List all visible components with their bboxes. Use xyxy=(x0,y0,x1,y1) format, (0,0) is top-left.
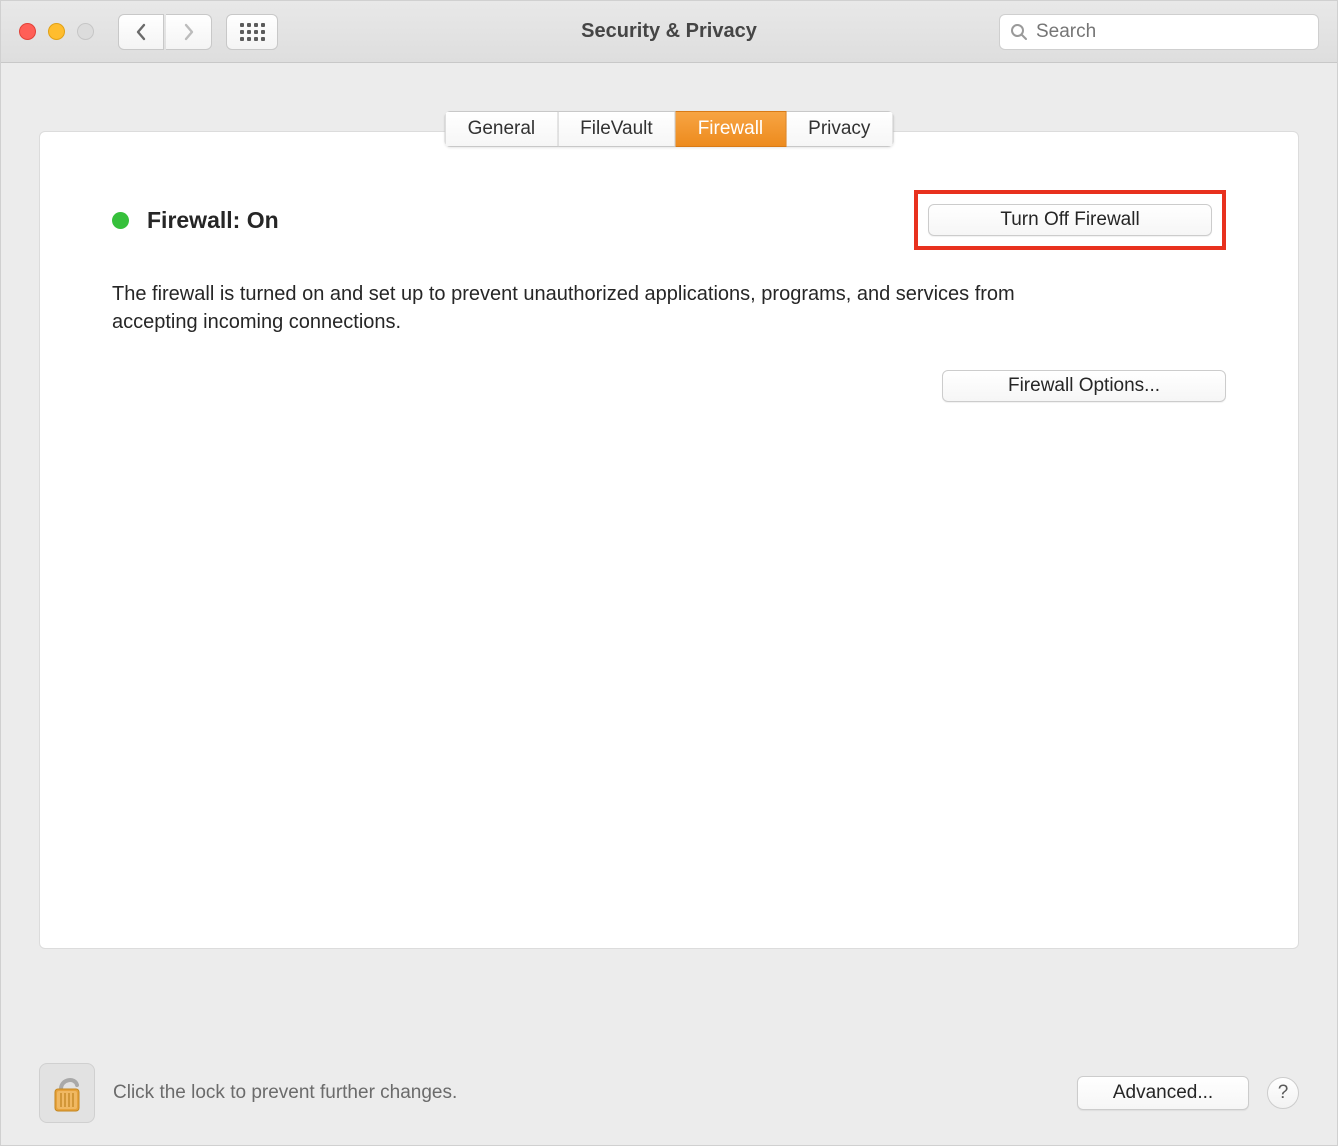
advanced-button[interactable]: Advanced... xyxy=(1077,1076,1249,1110)
body-area: General FileVault Firewall Privacy Firew… xyxy=(1,63,1337,1047)
firewall-options-button[interactable]: Firewall Options... xyxy=(942,370,1226,402)
status-indicator-icon xyxy=(112,212,129,229)
nav-buttons xyxy=(118,14,212,50)
tab-general[interactable]: General xyxy=(445,111,559,147)
search-field-wrap[interactable] xyxy=(999,14,1319,50)
search-input[interactable] xyxy=(1036,21,1308,43)
unlocked-lock-icon xyxy=(49,1071,85,1115)
tab-firewall[interactable]: Firewall xyxy=(676,111,786,147)
lock-button[interactable] xyxy=(39,1063,95,1123)
chevron-left-icon xyxy=(135,23,147,41)
footer-right: Advanced... ? xyxy=(1077,1076,1299,1110)
maximize-window-button xyxy=(77,23,94,40)
chevron-right-icon xyxy=(183,23,195,41)
options-row: Firewall Options... xyxy=(112,370,1226,402)
tab-filevault[interactable]: FileVault xyxy=(558,111,676,147)
firewall-description: The firewall is turned on and set up to … xyxy=(112,280,1072,336)
annotation-highlight: Turn Off Firewall xyxy=(914,190,1226,250)
firewall-status-label: Firewall: On xyxy=(147,207,279,234)
close-window-button[interactable] xyxy=(19,23,36,40)
grid-icon xyxy=(240,23,265,41)
show-all-button[interactable] xyxy=(226,14,278,50)
status-row: Firewall: On Turn Off Firewall xyxy=(112,190,1226,250)
footer: Click the lock to prevent further change… xyxy=(1,1047,1337,1145)
back-button[interactable] xyxy=(118,14,164,50)
forward-button[interactable] xyxy=(166,14,212,50)
help-button[interactable]: ? xyxy=(1267,1077,1299,1109)
titlebar: Security & Privacy xyxy=(1,1,1337,63)
firewall-panel: Firewall: On Turn Off Firewall The firew… xyxy=(39,131,1299,949)
help-icon: ? xyxy=(1278,1082,1289,1104)
tab-privacy[interactable]: Privacy xyxy=(786,111,893,147)
status-left: Firewall: On xyxy=(112,207,279,234)
window-title: Security & Privacy xyxy=(581,20,757,43)
search-icon xyxy=(1010,23,1028,41)
preferences-window: Security & Privacy General FileVault Fir… xyxy=(0,0,1338,1146)
tabs: General FileVault Firewall Privacy xyxy=(445,111,894,147)
minimize-window-button[interactable] xyxy=(48,23,65,40)
turn-off-firewall-button[interactable]: Turn Off Firewall xyxy=(928,204,1212,236)
window-controls xyxy=(19,23,94,40)
lock-hint-text: Click the lock to prevent further change… xyxy=(113,1082,457,1104)
